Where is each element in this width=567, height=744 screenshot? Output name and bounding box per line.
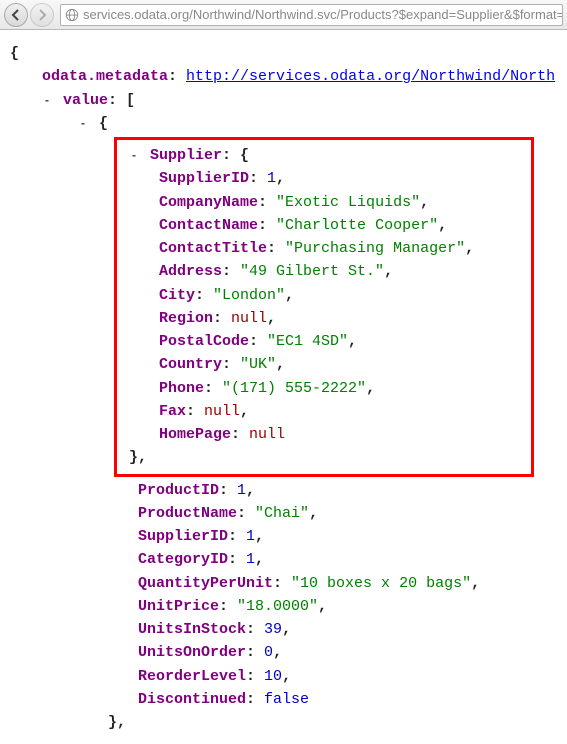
product-field: ProductID: 1, [10,479,567,502]
supplier-field: Address: "49 Gilbert St.", [123,260,531,283]
product-field: UnitsOnOrder: 0, [10,641,567,664]
supplier-field: Phone: "(171) 555-2222", [123,377,531,400]
supplier-field: PostalCode: "EC1 4SD", [123,330,531,353]
supplier-field: HomePage: null [123,423,531,446]
url-text: services.odata.org/Northwind/Northwind.s… [83,7,563,22]
product-field: UnitPrice: "18.0000", [10,595,567,618]
arrow-right-icon [36,9,48,21]
value-row: - value: [ [10,89,567,112]
supplier-field: Region: null, [123,307,531,330]
forward-button[interactable] [30,3,54,27]
supplier-field: Fax: null, [123,400,531,423]
browser-toolbar: services.odata.org/Northwind/Northwind.s… [0,0,567,30]
product-field: UnitsInStock: 39, [10,618,567,641]
product-field: Discontinued: false [10,688,567,711]
json-viewer: { odata.metadata: http://services.odata.… [0,30,567,744]
back-button[interactable] [4,3,28,27]
json-open-brace: { [10,42,567,65]
array-item-open: - { [10,112,567,135]
metadata-row: odata.metadata: http://services.odata.or… [10,65,567,88]
collapse-toggle-icon[interactable]: - [42,91,52,110]
supplier-field: City: "London", [123,284,531,307]
supplier-highlight-box: - Supplier: { SupplierID: 1, CompanyName… [114,137,534,477]
supplier-field: ContactName: "Charlotte Cooper", [123,214,531,237]
collapse-toggle-icon[interactable]: - [78,114,88,133]
supplier-field: Country: "UK", [123,353,531,376]
supplier-open: - Supplier: { [123,144,531,167]
product-field: ReorderLevel: 10, [10,665,567,688]
array-item-close: }, [10,711,567,734]
product-field: QuantityPerUnit: "10 boxes x 20 bags", [10,572,567,595]
supplier-close: }, [123,446,531,469]
supplier-field: SupplierID: 1, [123,167,531,190]
metadata-link[interactable]: http://services.odata.org/Northwind/Nort… [186,68,555,85]
product-field: CategoryID: 1, [10,548,567,571]
globe-icon [65,8,79,22]
product-field: SupplierID: 1, [10,525,567,548]
supplier-field: ContactTitle: "Purchasing Manager", [123,237,531,260]
product-field: ProductName: "Chai", [10,502,567,525]
collapse-toggle-icon[interactable]: - [129,146,139,165]
supplier-field: CompanyName: "Exotic Liquids", [123,191,531,214]
address-bar[interactable]: services.odata.org/Northwind/Northwind.s… [60,4,563,26]
arrow-left-icon [10,9,22,21]
